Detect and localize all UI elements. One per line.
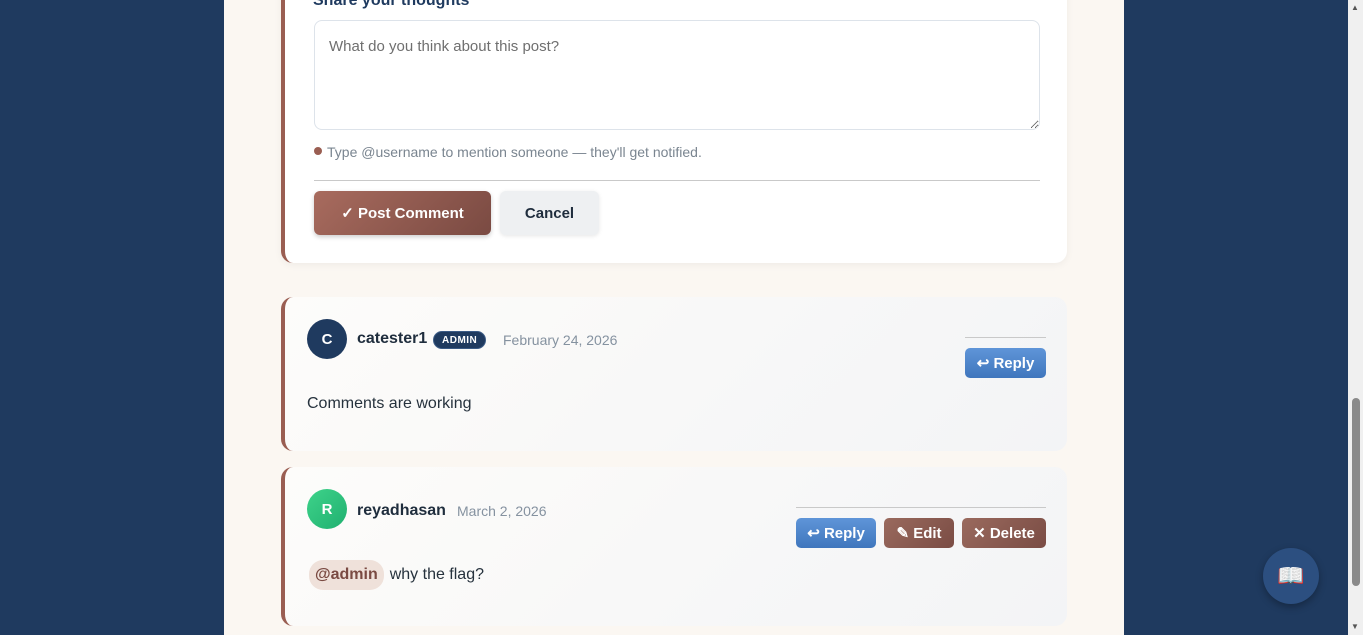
comment-body: Comments are working <box>307 395 472 412</box>
scrollbar[interactable]: ▲ ▼ <box>1348 0 1363 635</box>
scroll-up-icon[interactable]: ▲ <box>1351 3 1359 12</box>
mention-tag[interactable]: @admin <box>309 560 384 590</box>
comment-date: March 2, 2026 <box>457 503 547 519</box>
cancel-button[interactable]: Cancel <box>500 191 599 235</box>
delete-button[interactable]: ✕ Delete <box>962 518 1046 548</box>
admin-badge: ADMIN <box>433 331 487 349</box>
form-label: Share your thoughts <box>313 0 470 9</box>
book-icon[interactable]: 📖 <box>1263 548 1319 604</box>
mention-hint: Type @username to mention someone — they… <box>327 144 702 160</box>
actions-divider <box>796 507 1046 508</box>
hint-dot-icon <box>314 147 322 155</box>
comment-date: February 24, 2026 <box>503 332 618 348</box>
comment-card: C catester1 ADMIN February 24, 2026 ↩ Re… <box>281 297 1067 451</box>
comment-form: Share your thoughts Type @username to me… <box>281 0 1067 263</box>
reply-button[interactable]: ↩ Reply <box>796 518 876 548</box>
comment-username[interactable]: reyadhasan <box>357 502 446 520</box>
edit-button[interactable]: ✎ Edit <box>884 518 954 548</box>
form-divider <box>314 180 1040 181</box>
avatar: C <box>307 319 347 359</box>
post-comment-button[interactable]: ✓ Post Comment <box>314 191 491 235</box>
comment-body: @admin why the flag? <box>309 560 484 590</box>
comment-card: R reyadhasan March 2, 2026 ↩ Reply ✎ Edi… <box>281 467 1067 626</box>
reply-button[interactable]: ↩ Reply <box>965 348 1046 378</box>
comment-username[interactable]: catester1 <box>357 330 427 348</box>
avatar: R <box>307 489 347 529</box>
scroll-down-icon[interactable]: ▼ <box>1351 622 1359 631</box>
comment-text: why the flag? <box>389 566 484 583</box>
actions-divider <box>965 337 1046 338</box>
comment-textarea[interactable] <box>314 20 1040 130</box>
post-page: Share your thoughts Type @username to me… <box>224 0 1124 635</box>
scroll-thumb[interactable] <box>1352 398 1360 586</box>
